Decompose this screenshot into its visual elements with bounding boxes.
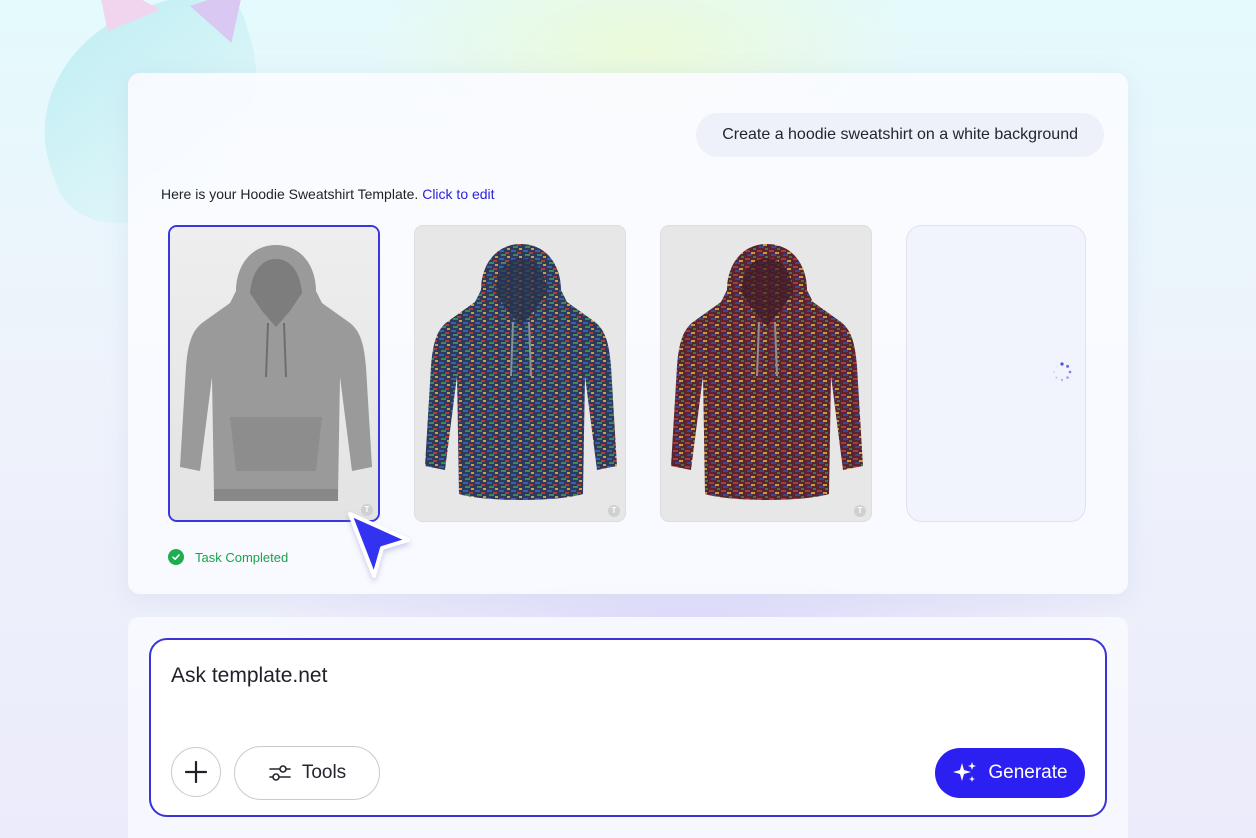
sparkle-icon [953, 762, 977, 782]
plus-icon [184, 760, 208, 784]
user-message-text: Create a hoodie sweatshirt on a white ba… [722, 126, 1078, 143]
prompt-input[interactable] [171, 664, 1071, 688]
add-attachment-button[interactable] [171, 747, 221, 797]
chat-panel: Create a hoodie sweatshirt on a white ba… [128, 73, 1128, 594]
sliders-icon [269, 765, 291, 781]
template-badge: T [854, 505, 866, 517]
click-to-edit-link[interactable]: Click to edit [422, 186, 494, 202]
spinner-icon [1053, 362, 1072, 382]
hoodie-thumbnail-multicolor-blue[interactable]: T [414, 225, 626, 522]
user-message-bubble: Create a hoodie sweatshirt on a white ba… [696, 113, 1104, 157]
composer-panel: Tools Generate [128, 617, 1128, 838]
generate-label: Generate [988, 762, 1068, 783]
tools-label: Tools [301, 762, 347, 783]
loading-thumbnail [906, 225, 1086, 522]
task-status-text: Task Completed [195, 549, 289, 565]
composer-box: Tools Generate [149, 638, 1107, 817]
tools-button[interactable]: Tools [234, 746, 380, 800]
pointer-cursor-icon [348, 512, 410, 578]
template-badge: T [608, 505, 620, 517]
hoodie-thumbnail-multicolor-red[interactable]: T [660, 225, 872, 522]
hoodie-thumbnail-gray[interactable]: T [168, 225, 380, 522]
response-text: Here is your Hoodie Sweatshirt Template. [161, 186, 419, 202]
check-circle-icon [168, 549, 184, 565]
gray-hoodie-image [170, 227, 378, 520]
generate-button[interactable]: Generate [935, 748, 1085, 798]
assistant-response: Here is your Hoodie Sweatshirt Template.… [161, 186, 495, 202]
multicolor-hoodie-image [415, 226, 625, 521]
task-status: Task Completed [168, 549, 288, 565]
red-multicolor-hoodie-image [661, 226, 871, 521]
